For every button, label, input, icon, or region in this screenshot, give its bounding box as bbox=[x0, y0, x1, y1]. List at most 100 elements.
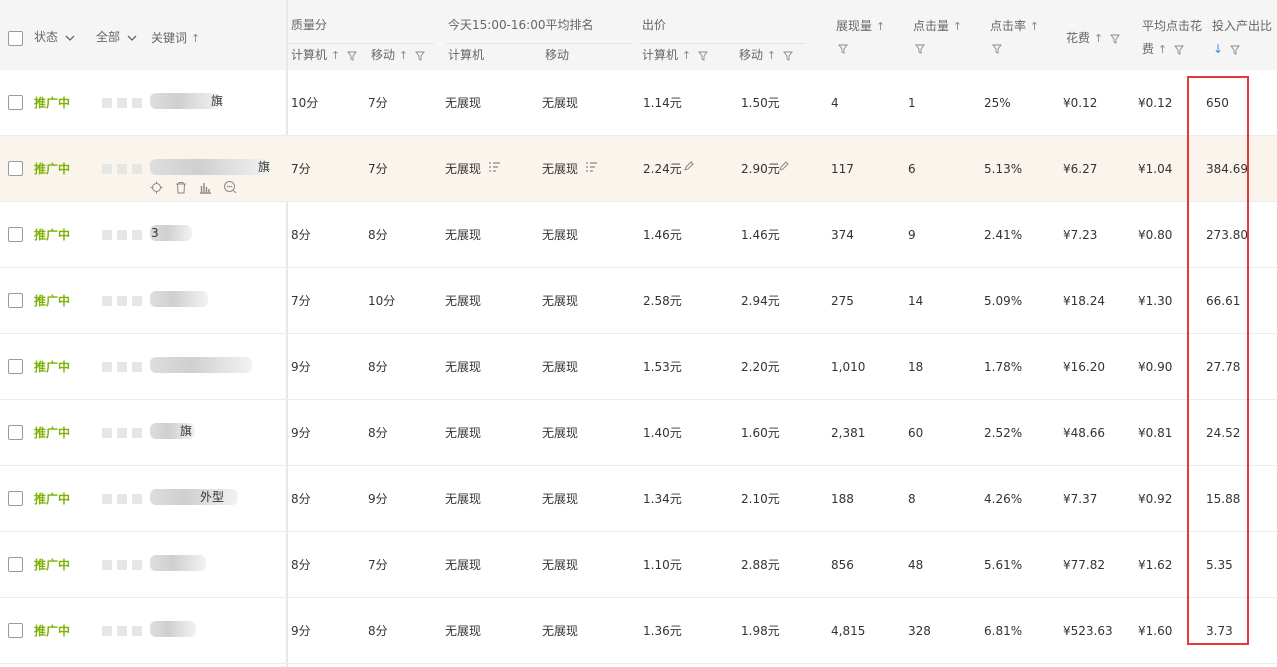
status-cell: 推广中 bbox=[34, 624, 71, 638]
sort-up-icon: ↑ bbox=[1029, 20, 1040, 33]
select-all-checkbox[interactable] bbox=[8, 31, 23, 46]
table-row[interactable]: 推广中 9分 8分 无展现 无展现 1.36元 1.98元 4,815 328 6.81% ¥523… bbox=[0, 598, 1277, 664]
keyword-visible-fragment: 旗 bbox=[180, 424, 193, 438]
table-row[interactable]: 推广中 旗 7分 7分 无展现 无展现 2.24元 2.90元 117 6 5.13% ¥6.27 ¥1… bbox=[0, 136, 1277, 202]
edit-pencil-icon[interactable] bbox=[778, 160, 790, 172]
filter-icon[interactable] bbox=[697, 51, 708, 61]
trash-icon[interactable] bbox=[175, 181, 187, 197]
rank-mobile-cell: 无展现 bbox=[542, 558, 579, 572]
redacted-keyword bbox=[150, 159, 270, 175]
impressions-cell: 2,381 bbox=[831, 426, 866, 440]
row-checkbox[interactable] bbox=[8, 293, 23, 308]
row-checkbox[interactable] bbox=[8, 491, 23, 506]
filter-icon[interactable] bbox=[782, 51, 793, 61]
rank-detail-icon[interactable] bbox=[488, 161, 501, 174]
rank-detail-icon[interactable] bbox=[585, 161, 598, 174]
filter-icon[interactable] bbox=[346, 51, 357, 61]
row-checkbox[interactable] bbox=[8, 425, 23, 440]
roi-sort-controls[interactable]: ↓ bbox=[1213, 42, 1240, 56]
table-row[interactable]: 推广中 9分 8分 无展现 无展现 1.53元 2.20元 1,010 18 1.78% ¥16.2… bbox=[0, 334, 1277, 400]
row-checkbox[interactable] bbox=[8, 227, 23, 242]
table-row[interactable]: 推广中 8分 7分 无展现 无展现 1.10元 2.88元 856 48 5.61% ¥77.82 ¥… bbox=[0, 532, 1277, 598]
table-row[interactable]: 推广中 外型 8分 9分 无展现 无展现 1.34元 2.10元 188 8 4.26% ¥7.37 ¥… bbox=[0, 466, 1277, 532]
filter-icon[interactable] bbox=[992, 44, 1002, 54]
rank-pc-cell: 无展现 bbox=[445, 624, 482, 638]
filter-icon[interactable] bbox=[838, 44, 848, 54]
clicks-header[interactable]: 点击量 ↑ bbox=[913, 19, 962, 34]
filter-icon[interactable] bbox=[1229, 45, 1240, 55]
target-icon[interactable] bbox=[150, 181, 163, 197]
bid-pc-cell: 1.34元 bbox=[643, 492, 682, 506]
filter-icon[interactable] bbox=[915, 44, 925, 54]
status-cell: 推广中 bbox=[34, 426, 71, 440]
avg-cpc-cell: ¥1.04 bbox=[1138, 162, 1173, 176]
bid-pc-cell: 1.40元 bbox=[643, 426, 682, 440]
all-filter-label: 全部 bbox=[96, 30, 121, 44]
filter-icon[interactable] bbox=[1173, 45, 1184, 55]
redacted-block bbox=[132, 560, 142, 570]
redacted-block bbox=[117, 164, 127, 174]
row-checkbox[interactable] bbox=[8, 557, 23, 572]
row-checkbox[interactable] bbox=[8, 359, 23, 374]
redacted-block bbox=[132, 164, 142, 174]
redacted-block bbox=[117, 296, 127, 306]
bid-pc-header[interactable]: 计算机 ↑ bbox=[642, 48, 708, 63]
clicks-cell: 9 bbox=[908, 228, 916, 242]
rank-pc-cell: 无展现 bbox=[445, 558, 482, 572]
bid-mobile-cell: 2.94元 bbox=[741, 294, 780, 308]
roi-header[interactable]: 投入产出比 bbox=[1212, 19, 1272, 33]
ctr-header[interactable]: 点击率 ↑ bbox=[990, 19, 1039, 34]
sort-up-icon: ↑ bbox=[875, 20, 886, 33]
avg-cpc-cell: ¥1.62 bbox=[1138, 558, 1173, 572]
row-checkbox[interactable] bbox=[8, 95, 23, 110]
status-filter-dropdown[interactable]: 状态 bbox=[34, 30, 75, 44]
bid-mobile-header[interactable]: 移动 ↑ bbox=[739, 48, 793, 63]
quality-mobile-header[interactable]: 移动 ↑ bbox=[371, 48, 425, 63]
rank-mobile-cell: 无展现 bbox=[542, 294, 579, 308]
status-cell: 推广中 bbox=[34, 228, 71, 242]
sort-up-icon: ↑ bbox=[766, 49, 777, 62]
quality-mobile-cell: 8分 bbox=[368, 228, 388, 242]
edit-pencil-icon[interactable] bbox=[683, 160, 695, 172]
cost-cell: ¥77.82 bbox=[1063, 558, 1105, 572]
impressions-header[interactable]: 展现量 ↑ bbox=[836, 19, 885, 34]
impressions-cell: 1,010 bbox=[831, 360, 866, 374]
filter-icon[interactable] bbox=[1109, 34, 1120, 44]
ctr-cell: 2.52% bbox=[984, 426, 1023, 440]
avg-cpc-header[interactable]: 费 ↑ bbox=[1142, 42, 1184, 57]
avg-cpc-cell: ¥0.12 bbox=[1138, 96, 1173, 110]
quality-mobile-cell: 8分 bbox=[368, 360, 388, 374]
bid-mobile-cell[interactable]: 2.90元 bbox=[741, 161, 780, 177]
bid-mobile-cell: 1.60元 bbox=[741, 426, 780, 440]
bar-chart-icon[interactable] bbox=[199, 181, 212, 197]
clicks-cell: 18 bbox=[908, 360, 924, 374]
table-row[interactable]: 推广中 3 8分 8分 无展现 无展现 1.46元 1.46元 374 9 2.41% ¥7.23 ¥0… bbox=[0, 202, 1277, 268]
sort-down-active-icon[interactable]: ↓ bbox=[1213, 42, 1223, 56]
bid-pc-cell[interactable]: 2.24元 bbox=[643, 161, 682, 177]
clicks-cell: 8 bbox=[908, 492, 916, 506]
status-filter-label: 状态 bbox=[34, 30, 59, 44]
keyword-column-header[interactable]: 关键词 ↑ bbox=[151, 31, 200, 46]
more-options-icon[interactable] bbox=[223, 180, 237, 197]
redacted-block bbox=[102, 626, 112, 636]
filter-icon[interactable] bbox=[414, 51, 425, 61]
row-checkbox[interactable] bbox=[8, 161, 23, 176]
group-divider bbox=[289, 43, 434, 44]
group-divider bbox=[640, 43, 805, 44]
quality-mobile-cell: 7分 bbox=[368, 96, 388, 110]
bid-pc-cell: 1.36元 bbox=[643, 624, 682, 638]
row-checkbox[interactable] bbox=[8, 623, 23, 638]
table-row[interactable]: 推广中 7分 10分 无展现 无展现 2.58元 2.94元 275 14 5.09% ¥18.24… bbox=[0, 268, 1277, 334]
redacted-block bbox=[117, 560, 127, 570]
redacted-block bbox=[132, 626, 142, 636]
clicks-label: 点击量 bbox=[913, 19, 950, 33]
quality-pc-header[interactable]: 计算机 ↑ bbox=[291, 48, 357, 63]
cost-header[interactable]: 花费 ↑ bbox=[1066, 31, 1120, 46]
rank-pc-cell: 无展现 bbox=[445, 162, 482, 176]
redacted-keyword bbox=[150, 489, 238, 505]
table-row[interactable]: 推广中 旗 10分 7分 无展现 无展现 1.14元 1.50元 4 1 25% ¥0.12 ¥0.12… bbox=[0, 70, 1277, 136]
table-row[interactable]: 推广中 旗 9分 8分 无展现 无展现 1.40元 1.60元 2,381 60 2.52% ¥48.… bbox=[0, 400, 1277, 466]
all-filter-dropdown[interactable]: 全部 bbox=[96, 30, 137, 44]
rank-pc-cell: 无展现 bbox=[445, 228, 482, 242]
row-action-icons bbox=[150, 180, 245, 194]
